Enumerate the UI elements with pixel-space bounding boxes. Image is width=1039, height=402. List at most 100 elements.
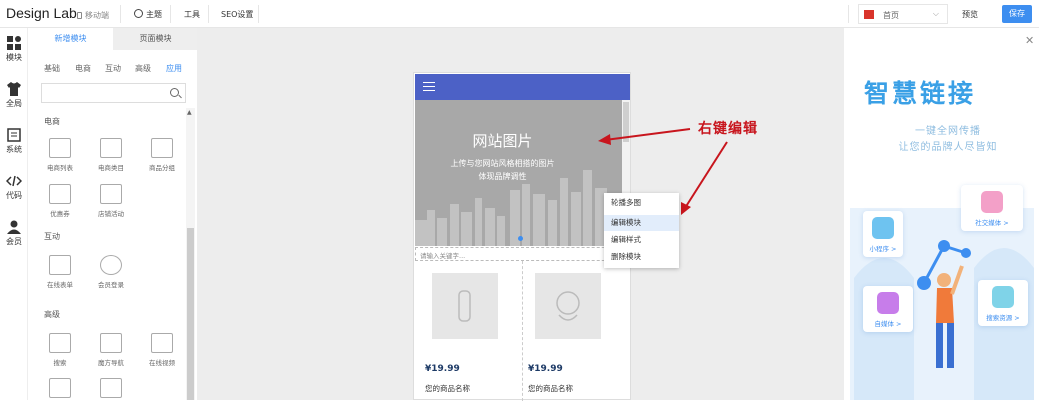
form-icon xyxy=(49,255,71,275)
context-menu: 轮播多图 编辑模块 编辑样式 删除模块 xyxy=(604,193,679,268)
divider xyxy=(120,5,121,23)
module-search-input[interactable] xyxy=(41,83,186,103)
document-icon xyxy=(7,128,21,142)
banner-title: 网站图片 xyxy=(472,132,533,150)
panel-scrollbar[interactable]: ▲ xyxy=(186,108,195,400)
module-panel: 新增模块 页面模块 基础 电商 互动 高级 应用 ▲ 电商 电商列表 电商类目 … xyxy=(28,28,198,402)
module-item[interactable] xyxy=(40,378,80,402)
user-icon xyxy=(7,220,21,234)
card-mini-program[interactable]: 小程序 > xyxy=(863,211,903,257)
module-item[interactable]: 商品分组 xyxy=(142,138,182,172)
cube-icon xyxy=(872,217,894,239)
module-item[interactable]: 魔方导航 xyxy=(91,333,131,367)
product-name: 您的商品名称 xyxy=(528,384,573,393)
search-module-icon xyxy=(49,333,71,353)
app-logo: Design Lab xyxy=(6,5,77,21)
phone-preview: 网站图片 上传与您网站风格相搭的图片 体现品牌调性 请输入关键字... ¥19.… xyxy=(413,72,631,401)
module-item[interactable]: 在线视频 xyxy=(142,333,182,367)
subtab-interaction[interactable]: 互动 xyxy=(105,63,121,74)
module-item-label: 搜索 xyxy=(53,359,67,367)
product-image xyxy=(535,273,601,339)
page-select[interactable]: 首页 ⌵ xyxy=(858,4,948,24)
scroll-thumb[interactable] xyxy=(187,228,194,400)
scroll-thumb[interactable] xyxy=(623,102,629,142)
video-icon xyxy=(151,333,173,353)
subtab-advanced[interactable]: 高级 xyxy=(135,63,151,74)
tab-page-module[interactable]: 页面模块 xyxy=(113,28,198,50)
module-item[interactable]: 在线表单 xyxy=(40,255,80,289)
card-label: 搜索资源 > xyxy=(986,314,1020,322)
category-icon xyxy=(100,138,122,158)
scroll-up-icon[interactable]: ▲ xyxy=(187,109,192,116)
sidebar-item-system[interactable]: 系统 xyxy=(0,128,28,155)
page-select-value: 首页 xyxy=(883,11,899,20)
menu-item-delete-module[interactable]: 删除模块 xyxy=(604,249,679,265)
divider xyxy=(522,261,523,401)
menu-item-edit-style[interactable]: 编辑样式 xyxy=(604,232,679,248)
menu-item-edit-module[interactable]: 编辑模块 xyxy=(604,215,679,231)
module-item[interactable]: 搜索 xyxy=(40,333,80,367)
section-title: 互动 xyxy=(44,232,60,241)
product-card[interactable]: ¥19.99 您的商品名称 xyxy=(424,273,514,394)
top-bar: Design Lab 移动端 主题 工具 SEO设置 首页 ⌵ 预览 保存 xyxy=(0,0,1039,28)
nav-theme[interactable]: 主题 xyxy=(134,9,162,20)
mobile-mode-tag[interactable]: 移动端 xyxy=(77,10,109,21)
product-placeholder-icon xyxy=(458,290,471,322)
module-item-label: 在线表单 xyxy=(47,281,73,289)
card-search-resources[interactable]: 搜索资源 > xyxy=(978,280,1028,326)
subtab-apps[interactable]: 应用 xyxy=(166,63,182,74)
menu-item-carousel[interactable]: 轮播多图 xyxy=(604,195,679,211)
divider xyxy=(170,5,171,23)
carousel-indicator[interactable] xyxy=(518,236,523,241)
divider xyxy=(258,5,259,23)
save-button[interactable]: 保存 xyxy=(1002,5,1032,23)
hamburger-menu-icon[interactable] xyxy=(423,82,435,91)
sidebar-item-global[interactable]: 全局 xyxy=(0,82,28,109)
sidebar-item-modules[interactable]: 模块 xyxy=(0,36,28,63)
module-item-label: 在线视频 xyxy=(149,359,175,367)
promo-subtitle-line: 让您的品牌人尽皆知 xyxy=(898,142,998,153)
section-title: 电商 xyxy=(44,117,60,126)
module-item-label: 会员登录 xyxy=(98,281,124,289)
search-icon[interactable] xyxy=(170,88,179,97)
location-icon xyxy=(100,378,122,398)
subtab-ecommerce[interactable]: 电商 xyxy=(75,63,91,74)
module-item[interactable]: 店铺活动 xyxy=(91,184,131,218)
module-item[interactable]: 电商类目 xyxy=(91,138,131,172)
banner-image-module[interactable]: 网站图片 上传与您网站风格相搭的图片 体现品牌调性 xyxy=(415,100,622,246)
sidebar-item-member[interactable]: 会员 xyxy=(0,220,28,247)
nav-seo[interactable]: SEO设置 xyxy=(221,9,253,20)
card-self-media[interactable]: 自媒体 > xyxy=(863,286,913,332)
close-icon[interactable]: ✕ xyxy=(1025,34,1034,47)
module-item[interactable]: 电商列表 xyxy=(40,138,80,172)
nav-tools[interactable]: 工具 xyxy=(184,9,200,20)
module-item-label: 魔方导航 xyxy=(98,359,124,367)
sidebar-item-label: 会员 xyxy=(6,237,22,246)
modules-icon xyxy=(7,36,21,50)
preview-button[interactable]: 预览 xyxy=(962,9,978,20)
product-image xyxy=(432,273,498,339)
module-item-label: 商品分组 xyxy=(149,164,175,172)
card-social-media[interactable]: 社交媒体 > xyxy=(961,185,1023,231)
subtab-basic[interactable]: 基础 xyxy=(44,63,60,74)
code-icon xyxy=(6,175,22,187)
store-icon xyxy=(100,184,122,204)
sidebar-item-code[interactable]: 代码 xyxy=(0,174,28,201)
module-item-label: 电商类目 xyxy=(98,164,124,172)
module-item[interactable]: 会员登录 xyxy=(91,255,131,289)
shirt-icon xyxy=(7,82,21,96)
sidebar-item-label: 系统 xyxy=(6,145,22,154)
banner-subtitle-line: 体现品牌调性 xyxy=(478,172,527,181)
chevron-down-icon: ⌵ xyxy=(932,9,939,18)
panel-tabs: 新增模块 页面模块 xyxy=(28,28,198,50)
card-label: 自媒体 > xyxy=(874,320,902,328)
editor-canvas: 网站图片 上传与您网站风格相搭的图片 体现品牌调性 请输入关键字... ¥19.… xyxy=(197,28,844,401)
product-card[interactable]: ¥19.99 您的商品名称 xyxy=(527,273,617,394)
product-price: ¥19.99 xyxy=(425,364,460,374)
module-item[interactable]: 优惠券 xyxy=(40,184,80,218)
phone-icon xyxy=(77,12,82,19)
tab-add-module[interactable]: 新增模块 xyxy=(28,28,113,50)
keyword-search-input[interactable]: 请输入关键字... xyxy=(415,247,630,261)
module-item[interactable] xyxy=(91,378,131,402)
group-icon xyxy=(151,138,173,158)
